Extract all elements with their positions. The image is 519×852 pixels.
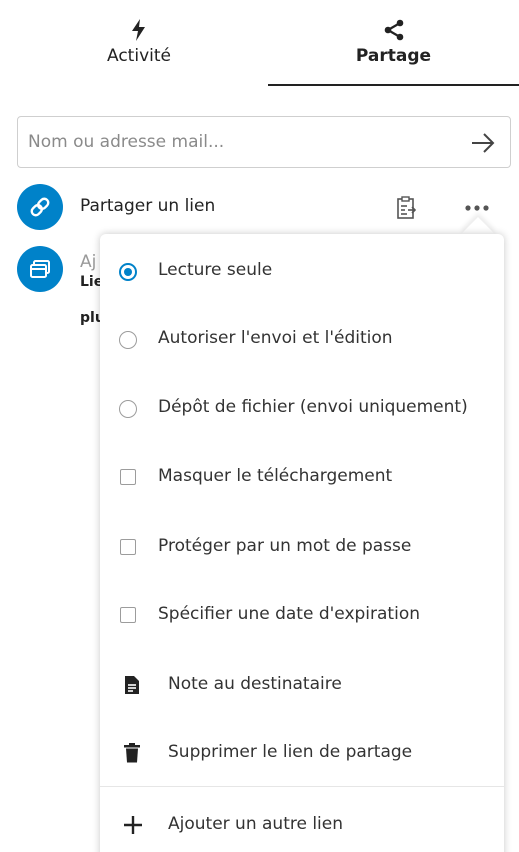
- option-hide-download[interactable]: Masquer le téléchargement: [100, 444, 504, 504]
- more-options-icon[interactable]: [464, 203, 490, 213]
- tab-activity-label: Activité: [107, 46, 171, 66]
- option-file-drop[interactable]: Dépôt de fichier (envoi uniquement): [100, 375, 504, 435]
- note-icon: [125, 676, 139, 694]
- option-read-only[interactable]: Lecture seule: [100, 238, 504, 298]
- copy-link-icon[interactable]: [395, 196, 417, 220]
- option-file-drop-label: Dépôt de fichier (envoi uniquement): [158, 397, 468, 417]
- option-password-protect[interactable]: Protéger par un mot de passe: [100, 514, 504, 574]
- sharing-sidebar: Activité Partage Partage: [0, 0, 519, 852]
- share-icon: [384, 19, 403, 41]
- group-avatar: [17, 246, 63, 292]
- trash-icon: [124, 743, 140, 763]
- checkbox-hide-download[interactable]: [120, 469, 136, 485]
- share-link-label: Partager un lien: [80, 196, 216, 216]
- option-hide-download-label: Masquer le téléchargement: [158, 466, 393, 486]
- lightning-icon: [132, 19, 145, 41]
- option-expiration-date[interactable]: Spécifier une date d'expiration: [100, 582, 504, 642]
- checkbox-password-protect[interactable]: [120, 539, 136, 555]
- action-note-label: Note au destinataire: [168, 674, 342, 694]
- arrow-right-icon[interactable]: [470, 131, 496, 155]
- group-row-title: Aj: [80, 252, 97, 272]
- option-allow-upload-edit-label: Autoriser l'envoi et l'édition: [158, 328, 393, 348]
- group-share-icon: [30, 260, 50, 278]
- option-expiration-date-label: Spécifier une date d'expiration: [158, 604, 420, 624]
- plus-icon: [124, 816, 142, 834]
- tab-share-label: Partage: [355, 46, 432, 66]
- checkbox-expiration-date[interactable]: [120, 607, 136, 623]
- tab-share[interactable]: Partage: [268, 0, 519, 86]
- action-add-another-link[interactable]: Ajouter un autre lien: [100, 792, 504, 852]
- tab-activity[interactable]: Activité: [0, 0, 278, 86]
- option-password-protect-label: Protéger par un mot de passe: [158, 536, 412, 556]
- radio-allow-upload-edit[interactable]: [119, 331, 137, 349]
- action-delete-label: Supprimer le lien de partage: [168, 742, 413, 762]
- action-note-to-recipient[interactable]: Note au destinataire: [100, 652, 504, 712]
- option-read-only-label: Lecture seule: [158, 260, 273, 280]
- radio-read-only[interactable]: [119, 263, 137, 281]
- menu-divider: [100, 786, 504, 787]
- share-search-field: [17, 116, 511, 168]
- share-options-menu: Lecture seule Autoriser l'envoi et l'édi…: [100, 234, 504, 852]
- action-add-link-label: Ajouter un autre lien: [168, 814, 344, 834]
- option-allow-upload-edit[interactable]: Autoriser l'envoi et l'édition: [100, 306, 504, 366]
- search-input[interactable]: [28, 127, 448, 157]
- radio-file-drop[interactable]: [119, 400, 137, 418]
- sidebar-tabs: Activité Partage: [0, 0, 519, 86]
- link-icon: [30, 197, 50, 217]
- link-avatar: [17, 184, 63, 230]
- action-delete-link[interactable]: Supprimer le lien de partage: [100, 720, 504, 780]
